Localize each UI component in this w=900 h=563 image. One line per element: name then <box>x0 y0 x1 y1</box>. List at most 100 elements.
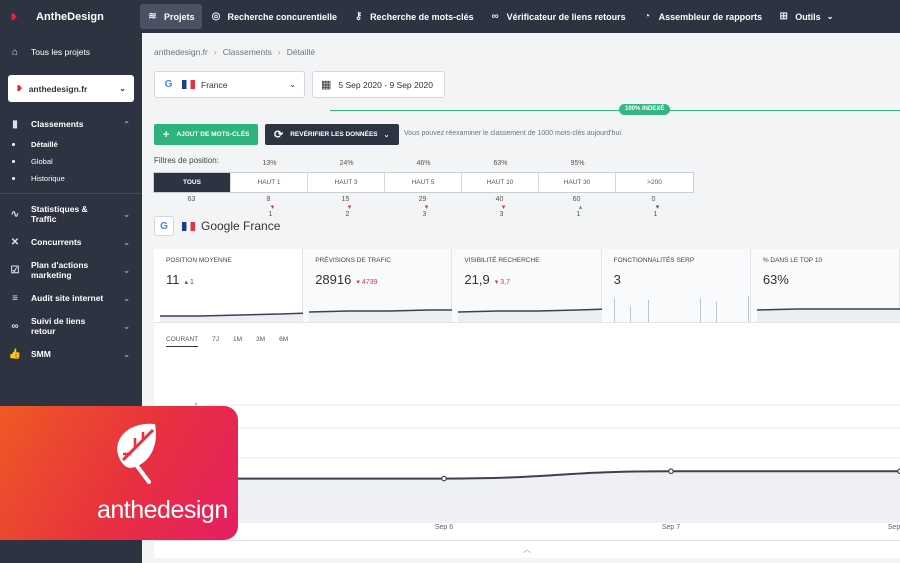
target-icon: ◎ <box>211 11 221 22</box>
search-engine-select[interactable]: G France ⌄ <box>154 71 305 98</box>
delta-arrow-icon: ▾ <box>655 204 660 211</box>
filter-tab[interactable]: HAUT 5 <box>385 173 462 192</box>
sidebar-item-thumbs-up[interactable]: 👍 SMM ⌄ <box>0 342 142 366</box>
pie-chart-icon: ◔ <box>644 11 651 22</box>
all-projects-link[interactable]: ⌂ Tous les projets <box>0 39 142 65</box>
filter-count-value: 0 <box>651 196 656 203</box>
sidebar-item-label: Classements <box>31 119 84 129</box>
bullet-icon <box>12 143 15 146</box>
filter-tab[interactable]: HAUT 1 <box>231 173 308 192</box>
metric-title: VISIBILITÉ RECHERCHE <box>464 257 540 264</box>
nav-label: Vérificateur de liens retours <box>506 11 626 22</box>
breadcrumb: anthedesign.fr › Classements › Détaillé <box>154 47 315 57</box>
engine-select-label: France <box>201 79 228 90</box>
sidebar-subitem[interactable]: Global <box>0 153 142 170</box>
x-tick-label: Sep 7 <box>662 524 680 531</box>
filter-count-delta: 3 <box>422 211 427 218</box>
sidebar-item-checklist[interactable]: ☑ Plan d'actions marketing ⌄ <box>0 254 142 286</box>
nav-key[interactable]: ⚷ Recherche de mots-clés <box>346 4 481 29</box>
filter-count-value: 63 <box>187 196 196 203</box>
metric-delta-value: 4739 <box>361 279 378 286</box>
metric-value: 11 <box>166 272 180 287</box>
filter-count: 60 ▴ 1 <box>538 196 615 218</box>
breadcrumb-mid[interactable]: Classements <box>223 47 272 57</box>
nav-label: Projets <box>164 11 195 22</box>
date-range-label: 5 Sep 2020 - 9 Sep 2020 <box>338 79 433 90</box>
overlay-brand-text: anthedesign <box>97 496 228 524</box>
metric-delta-value: 3,7 <box>500 279 510 286</box>
nav-grid[interactable]: ⊞ Outils ⌄ <box>771 4 840 29</box>
filter-count-value: 29 <box>418 196 427 203</box>
nav-target[interactable]: ◎ Recherche concurentielle <box>204 4 345 29</box>
filter-count-delta: 3 <box>499 211 504 218</box>
plus-icon: + <box>163 128 170 141</box>
brand[interactable]: ❥ AntheDesign <box>0 11 140 23</box>
nav-link[interactable]: ∞ Vérificateur de liens retours <box>483 4 633 29</box>
metric-card[interactable]: POSITION MOYENNE 11 ▴ 1 <box>154 249 311 322</box>
link-icon: ∞ <box>11 320 19 332</box>
metric-value-row: 63% <box>763 272 899 287</box>
metric-card[interactable]: VISIBILITÉ RECHERCHE 21,9 ▾ 3,7 <box>452 249 609 322</box>
metric-value-row: 3 <box>614 272 750 287</box>
divider <box>0 193 142 194</box>
metric-cards: POSITION MOYENNE 11 ▴ 1 PRÉVISIONS DE TRAFIC… <box>154 249 900 322</box>
filter-tab[interactable]: TOUS <box>154 173 231 192</box>
add-keywords-button[interactable]: + AJOUT DE MOTS-CLÉS <box>154 124 259 145</box>
breadcrumb-root[interactable]: anthedesign.fr <box>154 47 208 57</box>
add-keywords-label: AJOUT DE MOTS-CLÉS <box>176 131 250 138</box>
top-menu: ≋ Projets ◎ Recherche concurentielle ⚷ Recher… <box>140 0 842 33</box>
filter-count-delta: 1 <box>653 211 658 218</box>
progress-label: 100% INDEXÉ <box>619 104 671 115</box>
metric-value: 3 <box>613 272 621 287</box>
bar-chart-icon: ▮ <box>12 118 18 130</box>
project-select[interactable]: ❥ anthedesign.fr ⌄ <box>8 75 134 102</box>
x-tick-label: Sep 6 <box>435 524 453 531</box>
sidebar-subitem-label: Détaillé <box>31 140 58 149</box>
collapse-bar[interactable]: ︿ <box>154 540 900 558</box>
metric-delta: ▴ 1 <box>185 279 194 286</box>
engine-title: Google France <box>201 219 281 233</box>
filter-tab[interactable]: HAUT 10 <box>462 173 539 192</box>
sidebar-subitem[interactable]: Historique <box>0 170 142 187</box>
nav-pie-chart[interactable]: ◔ Assembleur de rapports <box>635 4 770 29</box>
metric-sparkline <box>160 312 311 322</box>
metric-sparkline <box>309 309 460 322</box>
filter-percent: 95% <box>570 160 585 167</box>
sidebar-item-swords[interactable]: ✕ Concurrents ⌄ <box>0 230 142 254</box>
metric-card[interactable]: FONCTIONNALITÉS SERP 3 <box>601 249 751 322</box>
nav-layers[interactable]: ≋ Projets <box>140 4 202 29</box>
date-range-select[interactable]: ▦ 5 Sep 2020 - 9 Sep 2020 <box>312 71 445 98</box>
calendar-icon: ▦ <box>321 79 332 91</box>
filter-tab[interactable]: >200 <box>616 173 693 192</box>
sidebar-item-bar-chart[interactable]: ▮ Classements ⌃ <box>0 112 142 136</box>
metric-title: % DANS LE TOP 10 <box>762 257 823 264</box>
google-icon: G <box>160 220 168 232</box>
chevron-down-icon: ⌄ <box>123 349 130 359</box>
x-tick-label: Sep <box>888 524 900 531</box>
france-flag-icon <box>182 221 195 231</box>
sidebar-item-audit[interactable]: ≡ Audit site internet ⌄ <box>0 286 142 310</box>
sidebar-subitem-label: Historique <box>31 174 65 183</box>
data-point <box>441 475 447 482</box>
chevron-down-icon: ⌄ <box>123 265 130 275</box>
filter-tab[interactable]: HAUT 3 <box>308 173 385 192</box>
recheck-data-button[interactable]: ⟳ REVÉRIFIER LES DONNÉES ⌄ <box>265 124 399 145</box>
chevron-down-icon: ⌄ <box>383 131 390 139</box>
project-favicon-icon: ❥ <box>16 84 23 93</box>
recheck-label: REVÉRIFIER LES DONNÉES <box>290 131 378 138</box>
sidebar-item-activity[interactable]: ∿ Statistiques & Traffic ⌄ <box>0 198 142 230</box>
metric-card[interactable]: % DANS LE TOP 10 63% <box>750 249 900 322</box>
nav-label: Recherche concurentielle <box>227 11 338 22</box>
filter-tab[interactable]: HAUT 30 <box>539 173 616 192</box>
checklist-icon: ☑ <box>10 264 20 276</box>
grid-icon: ⊞ <box>779 11 788 22</box>
delta-arrow-icon: ▾ <box>494 279 499 286</box>
google-badge: G <box>154 216 174 236</box>
filter-count: 29 ▾ 3 <box>384 196 461 218</box>
sidebar-item-label: SMM <box>31 349 51 359</box>
sidebar-item-link[interactable]: ∞ Suivi de liens retour ⌄ <box>0 310 142 342</box>
chevron-down-icon: ⌄ <box>123 321 130 331</box>
metric-card[interactable]: PRÉVISIONS DE TRAFIC 28916 ▾ 4739 <box>303 249 460 322</box>
sidebar-subitem[interactable]: Détaillé <box>0 136 142 153</box>
serp-bar <box>747 296 749 322</box>
